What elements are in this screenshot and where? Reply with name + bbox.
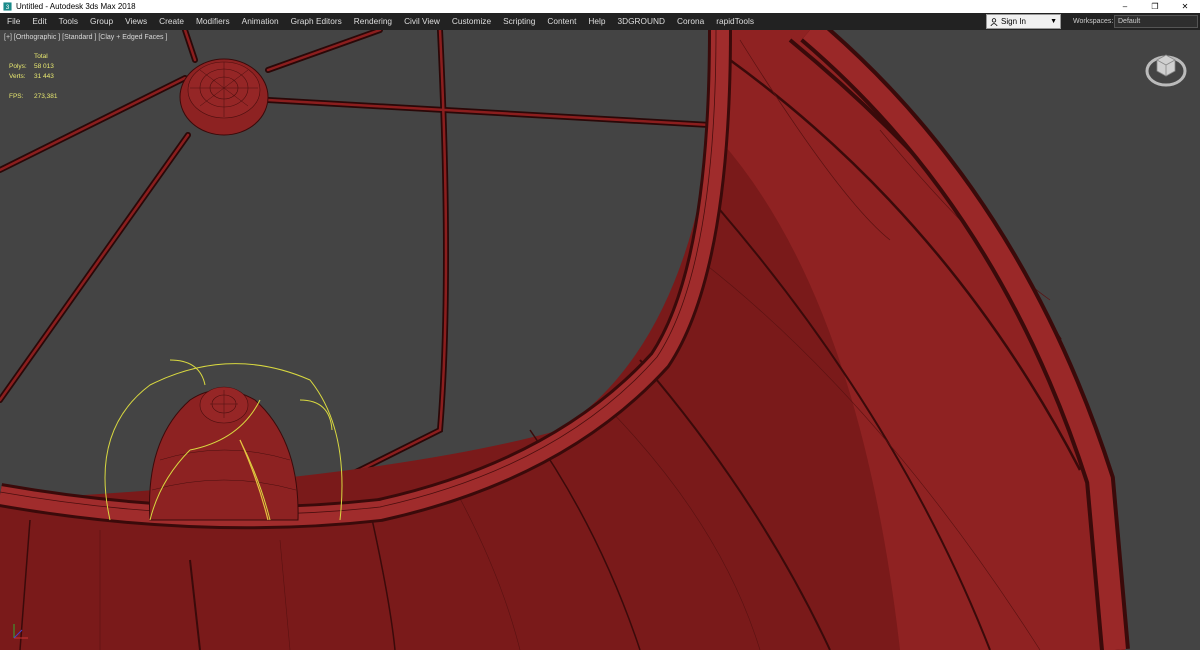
menu-tools[interactable]: Tools bbox=[53, 13, 84, 30]
fps-value: 273,381 bbox=[34, 93, 58, 100]
menu-views[interactable]: Views bbox=[119, 13, 153, 30]
maximize-button[interactable]: ❐ bbox=[1140, 0, 1170, 13]
menu-scripting[interactable]: Scripting bbox=[497, 13, 541, 30]
menu-graph-editors[interactable]: Graph Editors bbox=[285, 13, 348, 30]
sign-in-label: Sign In bbox=[1001, 17, 1026, 26]
menu-rendering[interactable]: Rendering bbox=[348, 13, 398, 30]
menu-edit[interactable]: Edit bbox=[26, 13, 52, 30]
menu-group[interactable]: Group bbox=[84, 13, 119, 30]
menu-3dground[interactable]: 3DGROUND bbox=[612, 13, 671, 30]
3ds-max-logo-icon: 3 bbox=[2, 2, 12, 12]
title-bar: 3 Untitled - Autodesk 3ds Max 2018 – ❐ ✕ bbox=[0, 0, 1200, 13]
verts-value: 31 443 bbox=[34, 73, 54, 80]
menu-corona[interactable]: Corona bbox=[671, 13, 710, 30]
lamp-hub bbox=[179, 58, 269, 136]
scene-render bbox=[0, 30, 1130, 650]
menu-modifiers[interactable]: Modifiers bbox=[190, 13, 236, 30]
menu-customize[interactable]: Customize bbox=[446, 13, 497, 30]
user-icon bbox=[990, 17, 998, 26]
sign-in-dropdown[interactable]: Sign In ▼ bbox=[986, 14, 1061, 29]
menu-content[interactable]: Content bbox=[541, 13, 582, 30]
menu-create[interactable]: Create bbox=[153, 13, 190, 30]
verts-label: Verts: bbox=[9, 73, 26, 80]
viewcube-icon[interactable] bbox=[1143, 44, 1189, 90]
viewport-orthographic[interactable]: [+] [Orthographic ] [Standard ] [Clay + … bbox=[0, 30, 1200, 650]
lamp-shade bbox=[0, 30, 1125, 650]
chevron-down-icon: ▼ bbox=[1050, 18, 1057, 25]
window-title: Untitled - Autodesk 3ds Max 2018 bbox=[16, 2, 136, 11]
close-button[interactable]: ✕ bbox=[1170, 0, 1200, 13]
statistics-overlay: Total Polys: 58 013 Verts: 31 443 FPS: 273,… bbox=[9, 52, 58, 102]
viewport-label[interactable]: [+] [Orthographic ] [Standard ] [Clay + … bbox=[4, 34, 167, 41]
menu-file[interactable]: File bbox=[0, 13, 26, 30]
stats-header: Total bbox=[34, 53, 48, 60]
menu-animation[interactable]: Animation bbox=[236, 13, 285, 30]
menu-civil-view[interactable]: Civil View bbox=[398, 13, 446, 30]
menu-rapidtools[interactable]: rapidTools bbox=[710, 13, 760, 30]
workspaces-select[interactable]: Default bbox=[1114, 15, 1198, 28]
svg-text:3: 3 bbox=[5, 4, 9, 11]
fps-label: FPS: bbox=[9, 93, 24, 100]
menu-help[interactable]: Help bbox=[582, 13, 611, 30]
light-bulb bbox=[149, 386, 299, 521]
minimize-button[interactable]: – bbox=[1110, 0, 1140, 13]
axis-tripod-icon bbox=[6, 614, 38, 646]
polys-label: Polys: bbox=[9, 63, 27, 70]
workspaces-label: Workspaces: bbox=[1073, 18, 1114, 25]
polys-value: 58 013 bbox=[34, 63, 54, 70]
